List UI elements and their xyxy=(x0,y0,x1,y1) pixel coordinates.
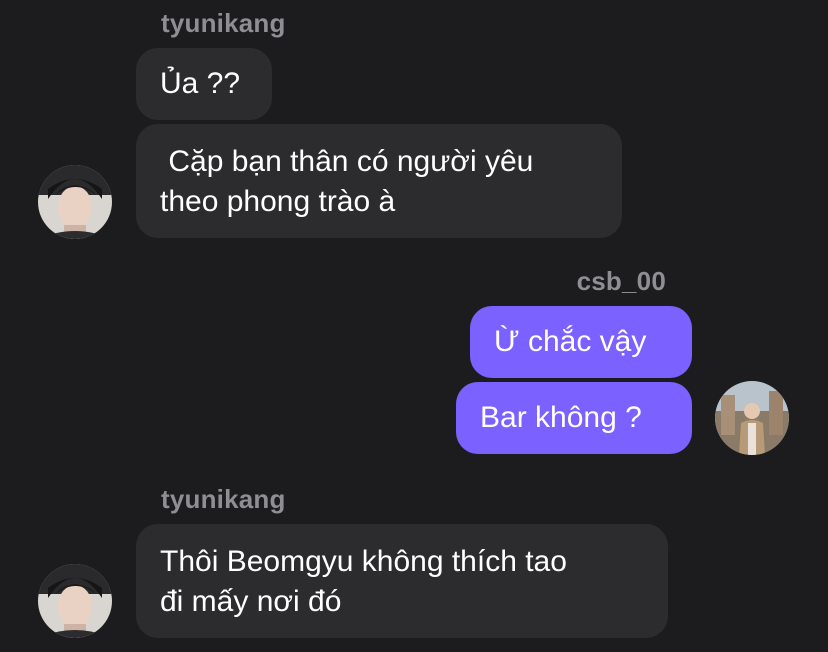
profile-photo-icon xyxy=(715,381,789,455)
sender-name: csb_00 xyxy=(576,266,666,296)
chat-thread: tyunikang Ủa ?? Cặp bạn thân có người yê… xyxy=(0,0,828,652)
message-bubble-incoming[interactable]: Thôi Beomgyu không thích tao đi mấy nơi … xyxy=(136,524,668,638)
message-bubble-outgoing[interactable]: Bar không ? xyxy=(456,382,692,454)
avatar-tyunikang[interactable] xyxy=(38,165,112,239)
message-bubble-outgoing[interactable]: Ừ chắc vậy xyxy=(470,306,692,378)
message-bubble-incoming[interactable]: Cặp bạn thân có người yêu theo phong trà… xyxy=(136,124,622,238)
message-bubble-incoming[interactable]: Ủa ?? xyxy=(136,48,272,120)
profile-photo-icon xyxy=(38,165,112,239)
profile-photo-icon xyxy=(38,564,112,638)
avatar-csb_00[interactable] xyxy=(715,381,789,455)
avatar-tyunikang[interactable] xyxy=(38,564,112,638)
sender-name: tyunikang xyxy=(161,8,286,38)
sender-name: tyunikang xyxy=(161,484,286,514)
